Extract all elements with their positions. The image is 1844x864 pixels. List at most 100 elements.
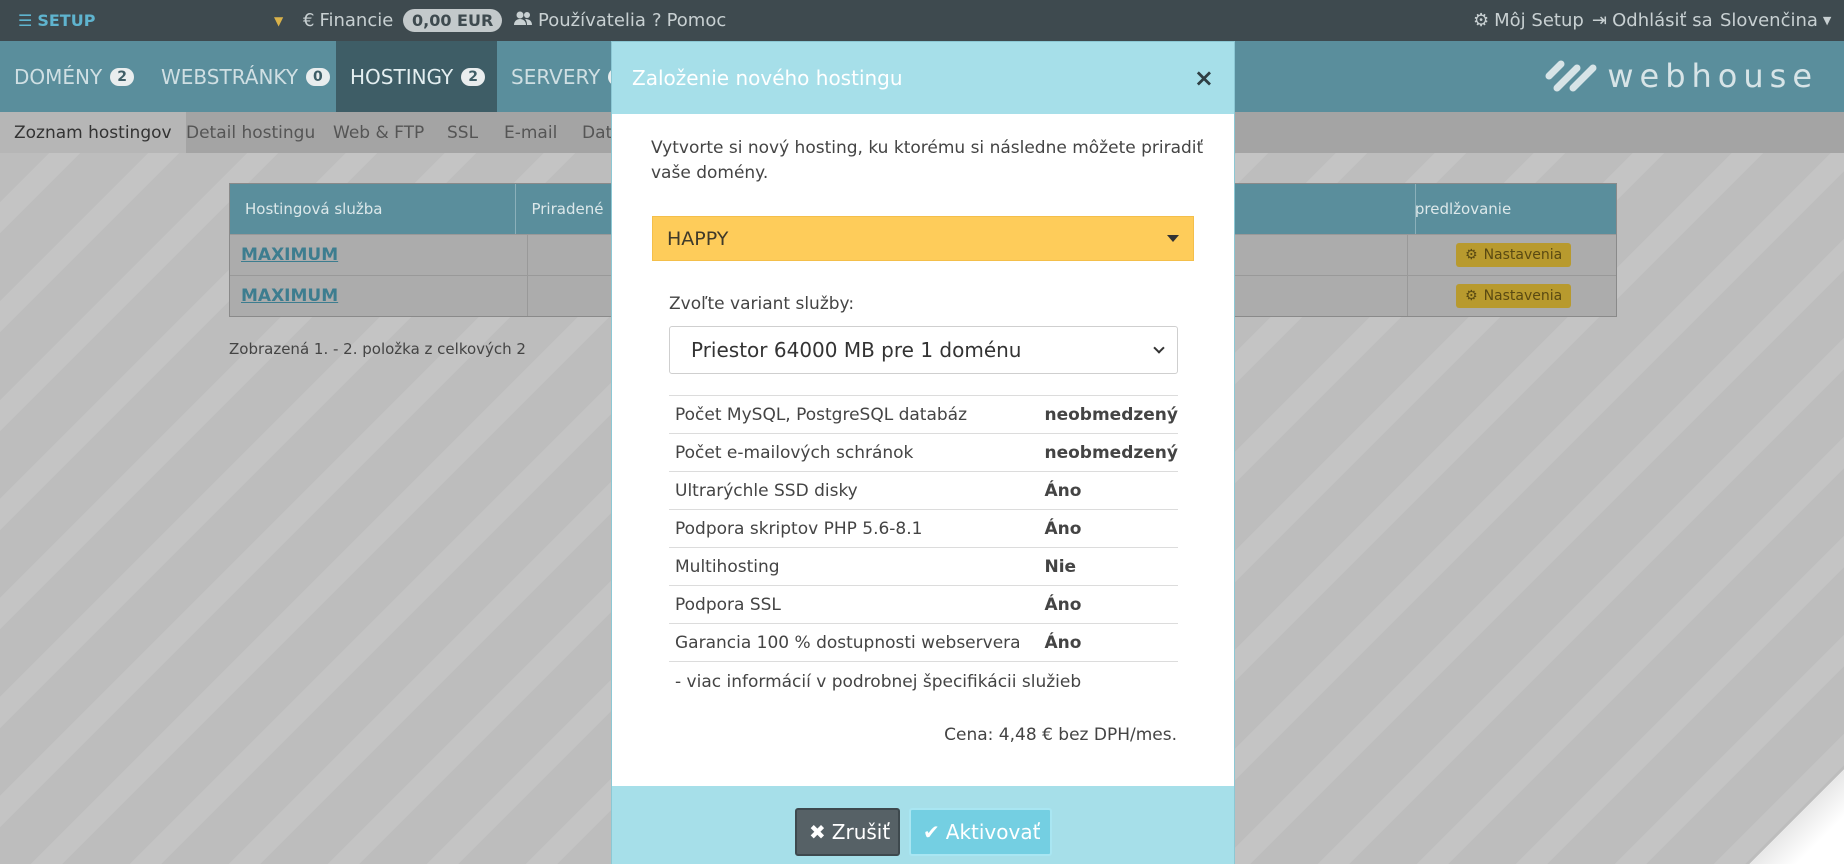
- subnav-web-ftp[interactable]: Web & FTP: [319, 112, 438, 153]
- feature-value: Áno: [1038, 623, 1178, 662]
- settings-button[interactable]: ⚙ Nastavenia: [1456, 243, 1572, 267]
- feature-row: Počet e-mailových schránok neobmedzený: [669, 433, 1178, 472]
- service-cell: MAXIMUM: [230, 235, 528, 275]
- finance-link[interactable]: € Financie: [303, 0, 393, 41]
- modal-footer: ✖ Zrušiť ✔ Aktivovať: [612, 786, 1234, 864]
- brand-logo[interactable]: webhouse: [1543, 51, 1818, 101]
- webhouse-logo-icon: [1545, 60, 1597, 92]
- feature-row: Počet MySQL, PostgreSQL databáz neobmedze…: [669, 395, 1178, 434]
- count-badge: 2: [110, 67, 134, 86]
- tab-domains[interactable]: DOMÉNY 2: [0, 41, 148, 112]
- feature-row: Podpora skriptov PHP 5.6-8.1 Áno: [669, 509, 1178, 548]
- sign-out-icon: ⇥: [1592, 10, 1608, 31]
- subnav-hosting-list[interactable]: Zoznam hostingov: [0, 112, 186, 153]
- setup-menu[interactable]: ☰ SETUP: [18, 0, 95, 41]
- tab-label: WEBSTRÁNKY: [161, 64, 299, 89]
- modal-intro: Vytvorte si nový hosting, ku ktorému si …: [651, 138, 1204, 183]
- feature-name: Počet MySQL, PostgreSQL databáz: [669, 395, 1039, 434]
- gear-icon: ⚙: [1465, 247, 1478, 263]
- users-label: Používatelia: [538, 10, 646, 31]
- subnav-email[interactable]: E-mail: [490, 112, 571, 153]
- feature-name: Garancia 100 % dostupnosti webservera: [669, 623, 1039, 662]
- feature-row: Multihosting Nie: [669, 547, 1178, 586]
- brand-name: webhouse: [1607, 57, 1818, 95]
- pagination-summary: Zobrazená 1. - 2. položka z celkových 2: [229, 340, 526, 358]
- my-setup-link[interactable]: ⚙ Môj Setup: [1473, 0, 1584, 41]
- variant-value: Priestor 64000 MB pre 1 doménu: [691, 338, 1022, 362]
- price-label: Cena: 4,48 € bez DPH/mes.: [944, 725, 1177, 745]
- help-link[interactable]: ? Pomoc: [652, 0, 726, 41]
- gear-icon: ⚙: [1473, 10, 1490, 31]
- page-curl-decoration: [1749, 769, 1844, 864]
- new-hosting-modal: Založenie nového hostingu × Vytvorte si …: [611, 41, 1235, 864]
- settings-label: Nastavenia: [1483, 288, 1563, 304]
- feature-name: Podpora SSL: [669, 585, 1039, 624]
- check-icon: ✔: [923, 820, 940, 844]
- count-badge: 0: [306, 67, 330, 86]
- feature-value: Áno: [1038, 585, 1178, 624]
- subnav-label: E-mail: [504, 122, 558, 143]
- tab-websites[interactable]: WEBSTRÁNKY 0: [147, 41, 344, 112]
- count-badge: 2: [461, 67, 486, 86]
- question-icon: ?: [652, 10, 662, 31]
- header-label: Priradené: [531, 200, 604, 218]
- close-icon[interactable]: ×: [1194, 64, 1214, 92]
- feature-value: Áno: [1038, 509, 1178, 548]
- balance-wrap[interactable]: 0,00 EUR: [403, 0, 503, 41]
- action-cell: ⚙ Nastavenia: [1408, 235, 1616, 275]
- subnav-hosting-detail[interactable]: Detail hostingu: [172, 112, 329, 153]
- header-label: Hostingová služba: [245, 200, 383, 218]
- help-label: Pomoc: [666, 10, 727, 31]
- logout-link[interactable]: ⇥ Odhlásiť sa: [1592, 0, 1713, 41]
- my-setup-label: Môj Setup: [1494, 10, 1584, 31]
- service-link[interactable]: MAXIMUM: [241, 286, 338, 306]
- activate-button[interactable]: ✔ Aktivovať: [909, 808, 1052, 856]
- settings-label: Nastavenia: [1483, 247, 1563, 263]
- feature-value: Áno: [1038, 471, 1178, 510]
- language-label: Slovenčina: [1720, 10, 1818, 31]
- modal-header: Založenie nového hostingu ×: [612, 42, 1234, 114]
- tab-label: DOMÉNY: [14, 64, 103, 89]
- language-dropdown[interactable]: Slovenčina ▼: [1720, 0, 1831, 41]
- close-icon: ✖: [809, 820, 826, 844]
- subnav-label: SSL: [447, 122, 479, 143]
- tab-label: SERVERY: [511, 64, 601, 89]
- feature-row: Ultrarýchle SSD disky Áno: [669, 471, 1178, 510]
- feature-value: neobmedzený: [1038, 395, 1178, 434]
- service-cell: MAXIMUM: [230, 276, 528, 316]
- balance-badge: 0,00 EUR: [403, 9, 503, 32]
- top-bar: ☰ SETUP ▼ € Financie 0,00 EUR Používatel…: [0, 0, 1844, 41]
- more-info-link[interactable]: - viac informácií v podrobnej špecifikác…: [675, 672, 1081, 692]
- chevron-down-icon: ▼: [1822, 14, 1832, 27]
- account-dropdown-caret[interactable]: ▼: [274, 0, 283, 41]
- caret-down-icon: [1167, 235, 1179, 242]
- euro-icon: €: [303, 10, 315, 31]
- feature-name: Podpora skriptov PHP 5.6-8.1: [669, 509, 1039, 548]
- list-icon: ☰: [18, 11, 33, 30]
- finance-label: Financie: [319, 10, 394, 31]
- feature-row: Podpora SSL Áno: [669, 585, 1178, 624]
- column-header-service[interactable]: Hostingová služba: [230, 184, 517, 234]
- gear-icon: ⚙: [1465, 288, 1478, 304]
- settings-button[interactable]: ⚙ Nastavenia: [1456, 284, 1572, 308]
- tab-hostings[interactable]: HOSTINGY 2: [336, 41, 497, 112]
- logout-label: Odhlásiť sa: [1612, 10, 1713, 31]
- subnav-label: Web & FTP: [333, 122, 425, 143]
- action-cell: ⚙ Nastavenia: [1408, 276, 1616, 316]
- modal-title: Založenie nového hostingu: [632, 66, 903, 90]
- variant-label: Zvoľte variant služby:: [669, 294, 855, 314]
- variant-select[interactable]: Priestor 64000 MB pre 1 doménu: [669, 326, 1178, 374]
- feature-name: Ultrarýchle SSD disky: [669, 471, 1039, 510]
- cancel-button[interactable]: ✖ Zrušiť: [795, 808, 900, 856]
- plan-dropdown[interactable]: HAPPY: [652, 216, 1194, 261]
- users-link[interactable]: Používatelia: [513, 0, 646, 41]
- cancel-label: Zrušiť: [831, 820, 891, 844]
- service-link[interactable]: MAXIMUM: [241, 245, 338, 265]
- feature-name: Multihosting: [669, 547, 1039, 586]
- users-icon: [513, 10, 533, 31]
- subnav-label: Zoznam hostingov: [14, 122, 172, 143]
- subnav-ssl[interactable]: SSL: [433, 112, 492, 153]
- features-table: Počet MySQL, PostgreSQL databáz neobmedze…: [669, 395, 1178, 662]
- chevron-down-icon: [1153, 342, 1165, 354]
- tab-label: HOSTINGY: [350, 64, 454, 89]
